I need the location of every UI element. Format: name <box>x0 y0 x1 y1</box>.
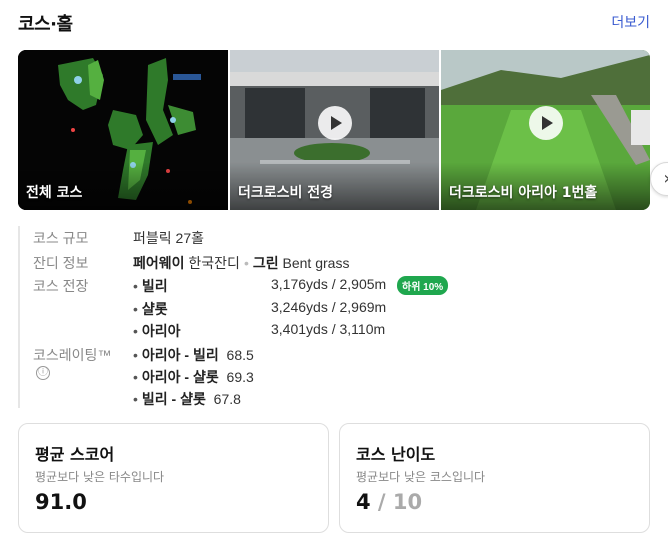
more-link[interactable]: 더보기 <box>611 12 650 32</box>
course-yardage: 3,176yds / 2,905m <box>271 276 387 292</box>
card-label: 더크로스비 아리아 1번홀 <box>449 185 598 201</box>
rating-name: 아리아 - 빌리 <box>141 347 219 363</box>
green-label: 그린 <box>252 255 279 271</box>
info-value: 퍼블릭 27홀 <box>133 230 204 246</box>
bullet: • <box>133 301 138 317</box>
course-map-card[interactable]: 전체 코스 <box>18 50 228 210</box>
rating-name: 아리아 - 샬롯 <box>141 369 219 385</box>
bullet: • <box>133 278 138 294</box>
rating-value: 68.5 <box>226 347 254 363</box>
stat-subtitle: 평균보다 낮은 타수입니다 <box>35 470 165 484</box>
play-icon[interactable] <box>317 106 352 140</box>
difficulty-denominator: / 10 <box>370 490 423 514</box>
rating-name: 빌리 - 샬롯 <box>141 391 206 407</box>
bullet: • <box>133 391 138 407</box>
play-icon[interactable] <box>528 106 563 140</box>
card-label: 전체 코스 <box>26 185 83 201</box>
info-value: 페어웨이 한국잔디 • 그린 Bent grass <box>133 253 349 273</box>
info-label: 잔디 정보 <box>33 255 89 271</box>
stat-subtitle: 평균보다 낮은 코스입니다 <box>356 470 486 484</box>
fairway-value: 한국잔디 <box>188 255 240 271</box>
bullet: • <box>133 347 138 363</box>
course-yardage: 3,401yds / 3,110m <box>271 321 386 337</box>
info-icon[interactable]: ⓘ <box>36 366 50 380</box>
info-label: 코스레이팅™ <box>33 347 112 363</box>
info-label: 코스 규모 <box>33 230 89 246</box>
clubhouse-video-card[interactable]: 더크로스비 전경 <box>230 50 439 210</box>
difficulty-card[interactable]: 코스 난이도 평균보다 낮은 코스입니다 4 / 10 <box>339 423 650 533</box>
course-name: 샬롯 <box>141 301 168 317</box>
info-label: 코스 전장 <box>33 278 89 294</box>
course-name: 빌리 <box>141 278 168 294</box>
stat-value: 91.0 <box>35 490 87 514</box>
fairway-label: 페어웨이 <box>133 255 185 271</box>
section-title: 코스·홀 <box>18 14 73 35</box>
rating-value: 69.3 <box>226 369 254 385</box>
course-info: 코스 규모 퍼블릭 27홀 잔디 정보 페어웨이 한국잔디 • 그린 Bent gr… <box>18 226 638 408</box>
course-name: 아리아 <box>141 323 181 339</box>
section-header: 코스·홀 더보기 <box>18 10 650 35</box>
rank-badge: 하위 10% <box>397 276 449 295</box>
card-label: 더크로스비 전경 <box>238 185 334 201</box>
bullet: • <box>133 323 138 339</box>
separator-dot: • <box>243 255 249 271</box>
stat-title: 코스 난이도 <box>356 445 436 464</box>
rating-value: 67.8 <box>213 391 241 407</box>
bullet: • <box>133 369 138 385</box>
course-yardage: 3,246yds / 2,969m <box>271 299 387 315</box>
difficulty-value: 4 <box>356 490 371 514</box>
chevron-right-icon[interactable]: › <box>650 162 668 196</box>
avg-score-card[interactable]: 평균 스코어 평균보다 낮은 타수입니다 91.0 <box>18 423 329 533</box>
green-value: Bent grass <box>282 255 350 271</box>
stat-title: 평균 스코어 <box>35 445 115 464</box>
course-media-carousel: 전체 코스 더크로스비 전경 더크로스비 아리아 1번홀 › <box>18 50 668 210</box>
stat-value: 4 / 10 <box>356 490 422 514</box>
hole-video-card[interactable]: 더크로스비 아리아 1번홀 <box>441 50 650 210</box>
